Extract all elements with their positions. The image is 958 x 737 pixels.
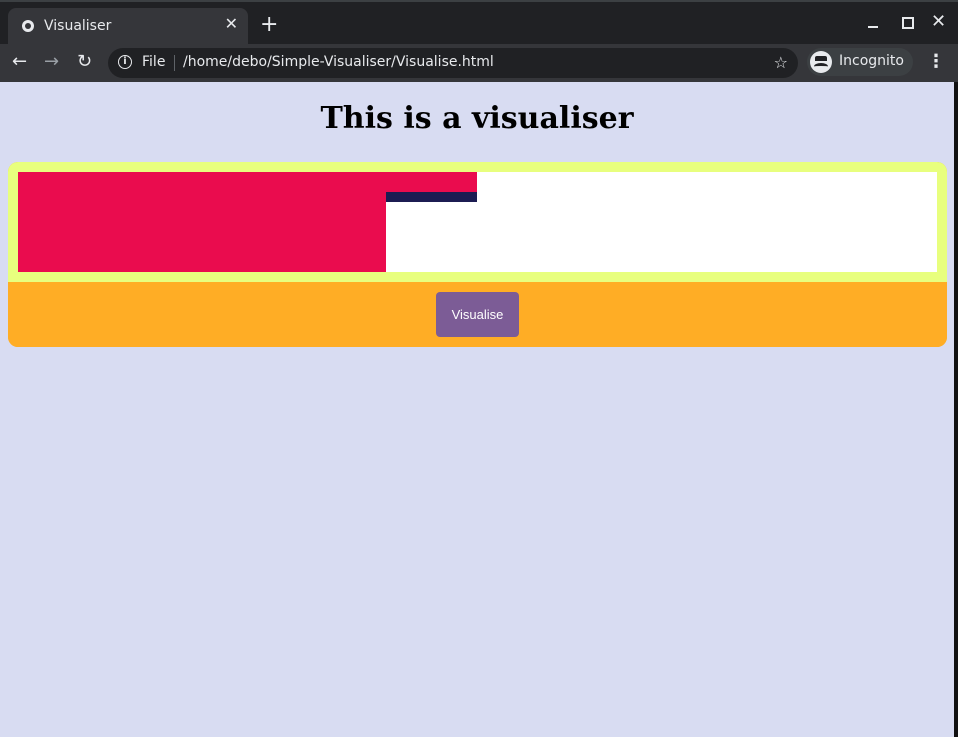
globe-icon (22, 20, 34, 32)
reload-icon[interactable]: ↻ (77, 52, 92, 72)
close-window-icon[interactable]: ✕ (931, 12, 946, 32)
visualiser-panel: Visualise (8, 162, 947, 347)
visual-bar-primary (18, 172, 386, 272)
visual-bar-accent (386, 192, 477, 202)
address-separator (174, 55, 175, 71)
controls-bar: Visualise (8, 282, 947, 347)
new-tab-button[interactable]: + (260, 14, 278, 36)
incognito-icon (810, 51, 832, 73)
incognito-label: Incognito (839, 53, 904, 69)
address-bar[interactable]: i File /home/debo/Simple-Visualiser/Visu… (108, 48, 798, 78)
url-text[interactable]: /home/debo/Simple-Visualiser/Visualise.h… (183, 54, 494, 70)
scheme-label: File (142, 54, 166, 70)
maximize-icon[interactable] (902, 17, 914, 29)
window-right-border (954, 82, 958, 737)
minimize-icon[interactable] (868, 26, 878, 28)
visualise-button[interactable]: Visualise (436, 292, 519, 337)
tab-title: Visualiser (44, 18, 112, 34)
tab-close-icon[interactable]: ✕ (225, 15, 238, 33)
browser-chrome: Visualiser ✕ + ✕ ← → ↻ i File /home/debo… (0, 0, 958, 82)
back-arrow-icon[interactable]: ← (12, 52, 27, 72)
info-icon[interactable]: i (118, 55, 132, 69)
visualiser-frame (8, 162, 947, 282)
bookmark-star-icon[interactable]: ☆ (774, 53, 788, 72)
browser-menu-icon[interactable]: ⋮ (927, 53, 945, 71)
page-title: This is a visualiser (320, 101, 634, 136)
browser-tab[interactable]: Visualiser ✕ (8, 8, 248, 44)
visual-bar-primary-extension (386, 172, 477, 192)
visualiser-canvas (18, 172, 937, 272)
incognito-badge[interactable]: Incognito (807, 48, 913, 76)
forward-arrow-icon[interactable]: → (44, 52, 59, 72)
window-top-border (0, 0, 958, 2)
